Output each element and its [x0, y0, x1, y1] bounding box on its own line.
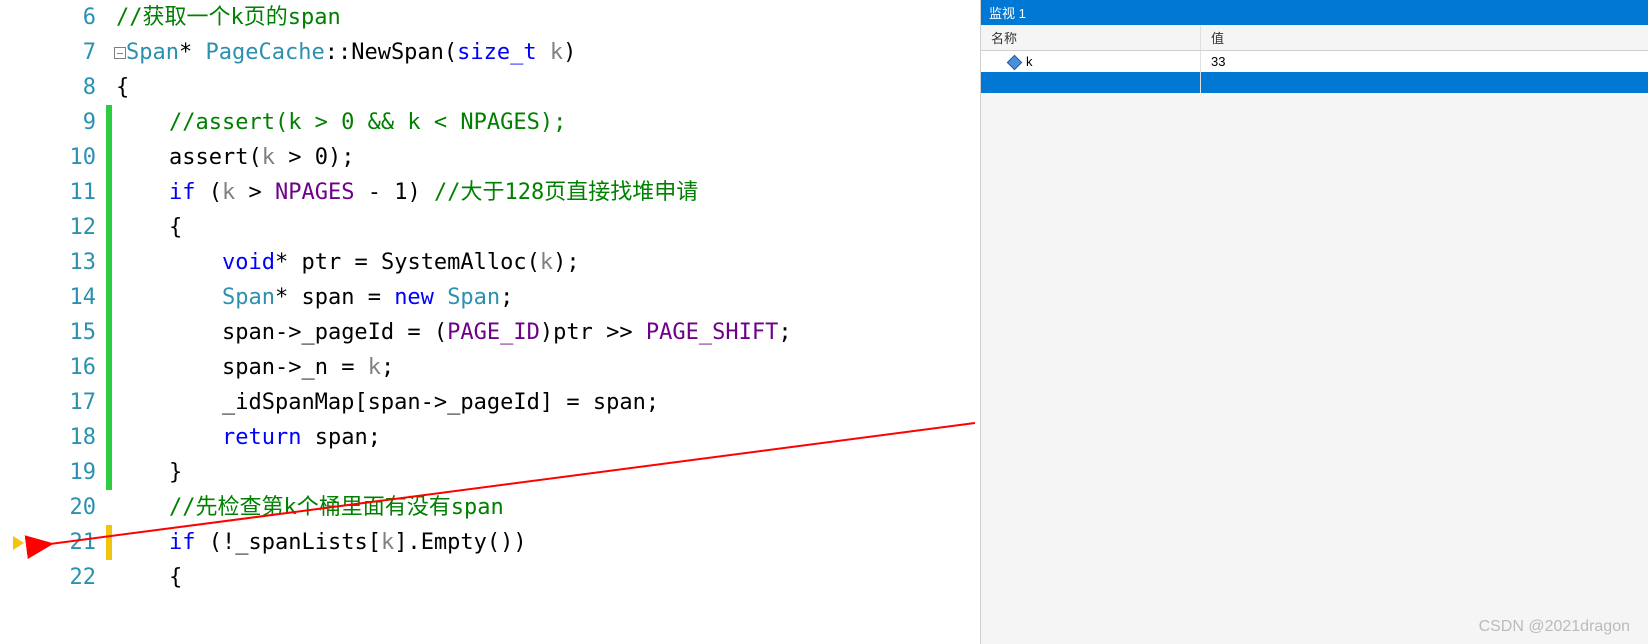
- line-number: 7: [36, 35, 106, 70]
- watch-header-name[interactable]: 名称: [981, 25, 1201, 50]
- line-number: 9: [36, 105, 106, 140]
- line-number: 16: [36, 350, 106, 385]
- code-line[interactable]: 7Span* PageCache::NewSpan(size_t k): [0, 35, 980, 70]
- breakpoint-margin[interactable]: [0, 35, 36, 70]
- code-line[interactable]: 11 if (k > NPAGES - 1) //大于128页直接找堆申请: [0, 175, 980, 210]
- code-text[interactable]: //先检查第k个桶里面有没有span: [112, 490, 980, 525]
- code-line[interactable]: 15 span->_pageId = (PAGE_ID)ptr >> PAGE_…: [0, 315, 980, 350]
- code-line[interactable]: 19 }: [0, 455, 980, 490]
- line-number: 22: [36, 560, 106, 595]
- code-text[interactable]: //获取一个k页的span: [112, 0, 980, 35]
- code-text[interactable]: span->_pageId = (PAGE_ID)ptr >> PAGE_SHI…: [112, 315, 980, 350]
- code-line[interactable]: 14 Span* span = new Span;: [0, 280, 980, 315]
- code-line[interactable]: 10 assert(k > 0);: [0, 140, 980, 175]
- code-text[interactable]: }: [112, 455, 980, 490]
- line-number: 11: [36, 175, 106, 210]
- variable-icon: [1007, 55, 1023, 71]
- line-number: 17: [36, 385, 106, 420]
- code-line[interactable]: 18 return span;: [0, 420, 980, 455]
- watch-var-value[interactable]: 33: [1201, 51, 1648, 72]
- code-line[interactable]: 12 {: [0, 210, 980, 245]
- code-text[interactable]: return span;: [112, 420, 980, 455]
- line-number: 15: [36, 315, 106, 350]
- line-number: 10: [36, 140, 106, 175]
- code-editor[interactable]: 6//获取一个k页的span7Span* PageCache::NewSpan(…: [0, 0, 980, 644]
- code-line[interactable]: 16 span->_n = k;: [0, 350, 980, 385]
- breakpoint-margin[interactable]: [0, 70, 36, 105]
- line-number: 19: [36, 455, 106, 490]
- breakpoint-margin[interactable]: [0, 455, 36, 490]
- code-text[interactable]: _idSpanMap[span->_pageId] = span;: [112, 385, 980, 420]
- breakpoint-margin[interactable]: [0, 560, 36, 595]
- line-number: 13: [36, 245, 106, 280]
- code-line[interactable]: 13 void* ptr = SystemAlloc(k);: [0, 245, 980, 280]
- code-text[interactable]: if (k > NPAGES - 1) //大于128页直接找堆申请: [112, 175, 980, 210]
- code-text[interactable]: if (!_spanLists[k].Empty()): [112, 525, 980, 560]
- breakpoint-margin[interactable]: [0, 350, 36, 385]
- code-line[interactable]: 9 //assert(k > 0 && k < NPAGES);: [0, 105, 980, 140]
- code-text[interactable]: Span* PageCache::NewSpan(size_t k): [112, 35, 980, 70]
- breakpoint-margin[interactable]: [0, 140, 36, 175]
- code-line[interactable]: 20 //先检查第k个桶里面有没有span: [0, 490, 980, 525]
- breakpoint-margin[interactable]: [0, 210, 36, 245]
- line-number: 12: [36, 210, 106, 245]
- code-line[interactable]: 6//获取一个k页的span: [0, 0, 980, 35]
- code-line[interactable]: 8{: [0, 70, 980, 105]
- watermark: CSDN @2021dragon: [1479, 618, 1630, 636]
- breakpoint-margin[interactable]: [0, 105, 36, 140]
- breakpoint-margin[interactable]: [0, 420, 36, 455]
- code-line[interactable]: 22 {: [0, 560, 980, 595]
- breakpoint-margin[interactable]: [0, 385, 36, 420]
- line-number: 21: [36, 525, 106, 560]
- breakpoint-margin[interactable]: [0, 315, 36, 350]
- line-number: 20: [36, 490, 106, 525]
- code-text[interactable]: {: [112, 560, 980, 595]
- watch-panel-title: 监视 1: [981, 0, 1648, 25]
- code-text[interactable]: {: [112, 70, 980, 105]
- code-text[interactable]: //assert(k > 0 && k < NPAGES);: [112, 105, 980, 140]
- watch-var-name-text: k: [1026, 54, 1033, 69]
- line-number: 8: [36, 70, 106, 105]
- code-text[interactable]: void* ptr = SystemAlloc(k);: [112, 245, 980, 280]
- breakpoint-margin[interactable]: [0, 175, 36, 210]
- breakpoint-margin[interactable]: [0, 490, 36, 525]
- watch-row-empty-selected[interactable]: [981, 72, 1648, 93]
- line-number: 18: [36, 420, 106, 455]
- code-text[interactable]: Span* span = new Span;: [112, 280, 980, 315]
- code-text[interactable]: span->_n = k;: [112, 350, 980, 385]
- watch-var-name[interactable]: k: [981, 51, 1201, 72]
- breakpoint-margin[interactable]: [0, 280, 36, 315]
- code-text[interactable]: {: [112, 210, 980, 245]
- watch-row[interactable]: k 33: [981, 51, 1648, 72]
- code-text[interactable]: assert(k > 0);: [112, 140, 980, 175]
- breakpoint-margin[interactable]: [0, 245, 36, 280]
- line-number: 14: [36, 280, 106, 315]
- breakpoint-margin[interactable]: [0, 0, 36, 35]
- watch-panel: 监视 1 名称 值 k 33: [980, 0, 1648, 644]
- breakpoint-margin[interactable]: [0, 525, 36, 560]
- watch-header-value[interactable]: 值: [1201, 25, 1648, 50]
- fold-toggle-icon[interactable]: [114, 47, 126, 59]
- current-line-arrow-icon: [13, 536, 24, 550]
- code-line[interactable]: 17 _idSpanMap[span->_pageId] = span;: [0, 385, 980, 420]
- watch-header-row: 名称 值: [981, 25, 1648, 51]
- line-number: 6: [36, 0, 106, 35]
- code-line[interactable]: 21 if (!_spanLists[k].Empty()): [0, 525, 980, 560]
